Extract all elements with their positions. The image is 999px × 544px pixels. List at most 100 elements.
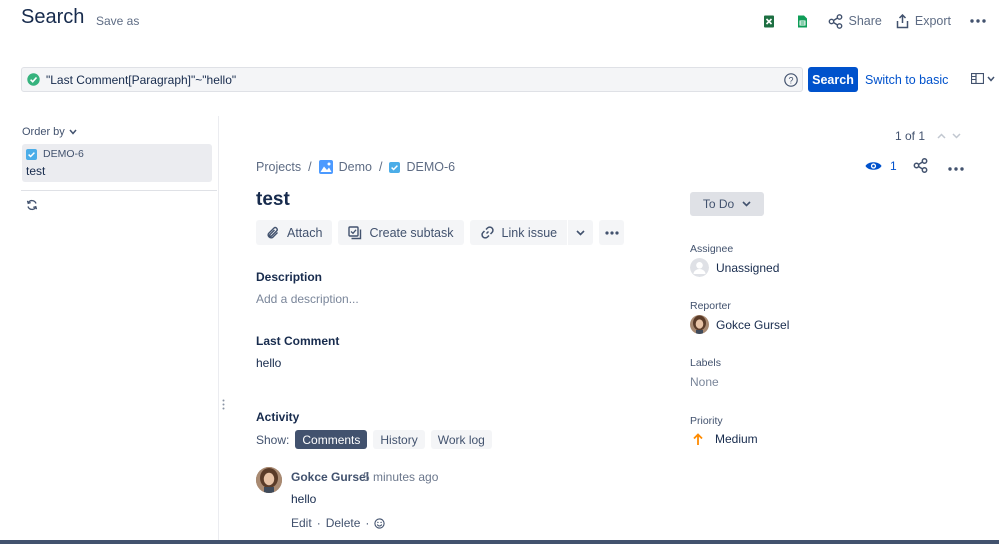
priority-label: Priority bbox=[690, 415, 723, 427]
emoji-reaction-icon[interactable] bbox=[374, 517, 386, 529]
divider bbox=[21, 190, 217, 191]
link-issue-group: Link issue bbox=[469, 220, 594, 245]
more-icon[interactable] bbox=[948, 166, 964, 171]
last-comment-heading: Last Comment bbox=[256, 334, 340, 348]
last-comment-value[interactable]: hello bbox=[256, 356, 281, 370]
comment-actions: Edit · Delete · bbox=[291, 516, 386, 530]
top-actions: Share Export bbox=[746, 10, 990, 32]
svg-text:?: ? bbox=[788, 75, 793, 85]
layout-toggle[interactable] bbox=[971, 73, 995, 84]
comment-timestamp[interactable]: 5 minutes ago bbox=[363, 470, 438, 484]
list-item[interactable]: DEMO-6 test bbox=[22, 144, 212, 182]
pager: 1 of 1 bbox=[895, 129, 961, 143]
description-input[interactable]: Add a description... bbox=[256, 292, 359, 306]
breadcrumb: Projects / Demo / DEMO-6 bbox=[256, 160, 455, 174]
issue-header-actions bbox=[913, 158, 964, 173]
pager-text: 1 of 1 bbox=[895, 129, 926, 143]
export-label: Export bbox=[914, 14, 951, 28]
save-as-button[interactable]: Save as bbox=[96, 14, 139, 28]
link-issue-label: Link issue bbox=[501, 225, 558, 240]
assignee-label: Assignee bbox=[690, 243, 734, 255]
separator-dot: · bbox=[316, 516, 321, 530]
tab-work-log[interactable]: Work log bbox=[430, 430, 492, 449]
order-by-button[interactable]: Order by bbox=[22, 126, 77, 138]
separator-dot: · bbox=[365, 516, 370, 530]
excel-export-icon[interactable] bbox=[758, 10, 780, 32]
breadcrumb-projects[interactable]: Projects bbox=[256, 160, 301, 174]
attach-button[interactable]: Attach bbox=[256, 220, 333, 245]
create-subtask-button[interactable]: Create subtask bbox=[338, 220, 464, 245]
comment-author[interactable]: Gokce Gursel bbox=[291, 470, 369, 484]
priority-field[interactable]: Medium bbox=[692, 432, 758, 446]
assignee-value: Unassigned bbox=[716, 260, 780, 275]
link-issue-dropdown[interactable] bbox=[568, 220, 594, 245]
delete-comment-button[interactable]: Delete bbox=[326, 516, 361, 530]
refresh-icon[interactable] bbox=[26, 199, 38, 211]
link-icon bbox=[480, 226, 494, 239]
list-view-icon bbox=[971, 73, 984, 84]
breadcrumb-issue[interactable]: DEMO-6 bbox=[389, 160, 455, 174]
breadcrumb-issue-key: DEMO-6 bbox=[406, 160, 456, 174]
link-issue-button[interactable]: Link issue bbox=[469, 220, 568, 245]
breadcrumb-project-label: Demo bbox=[338, 160, 372, 174]
show-label: Show: bbox=[256, 432, 290, 447]
help-icon[interactable]: ? bbox=[784, 72, 798, 87]
reporter-label: Reporter bbox=[690, 300, 731, 312]
breadcrumb-project[interactable]: Demo bbox=[318, 160, 372, 174]
subtask-icon bbox=[348, 225, 362, 239]
switch-to-basic-link[interactable]: Switch to basic bbox=[865, 73, 948, 87]
edit-comment-button[interactable]: Edit bbox=[291, 516, 312, 530]
activity-heading: Activity bbox=[256, 410, 300, 424]
attach-label: Attach bbox=[287, 225, 323, 240]
chevron-down-icon bbox=[576, 229, 585, 236]
search-button[interactable]: Search bbox=[808, 67, 858, 92]
status-label: To Do bbox=[702, 197, 735, 211]
reporter-field[interactable]: Gokce Gursel bbox=[690, 315, 789, 334]
panel-divider bbox=[218, 116, 219, 544]
chevron-down-icon bbox=[742, 201, 751, 207]
share-label: Share bbox=[848, 14, 882, 28]
chevron-up-icon[interactable] bbox=[937, 133, 946, 139]
description-heading: Description bbox=[256, 270, 323, 284]
labels-value[interactable]: None bbox=[690, 375, 719, 389]
chevron-down-icon bbox=[987, 76, 995, 82]
share-icon bbox=[828, 13, 842, 29]
labels-label: Labels bbox=[690, 357, 721, 369]
assignee-field[interactable]: Unassigned bbox=[690, 258, 779, 277]
paperclip-icon bbox=[267, 226, 278, 238]
tab-history[interactable]: History bbox=[373, 430, 425, 449]
reporter-value: Gokce Gursel bbox=[716, 317, 790, 332]
activity-filter: Show: Comments History Work log bbox=[256, 430, 492, 449]
create-subtask-label: Create subtask bbox=[369, 225, 454, 240]
task-type-icon bbox=[389, 161, 401, 173]
breadcrumb-separator: / bbox=[308, 160, 312, 174]
issue-key: DEMO-6 bbox=[43, 148, 84, 160]
jql-search-input[interactable]: "Last Comment[Paragraph]"~"hello" ? bbox=[21, 67, 803, 92]
priority-value: Medium bbox=[715, 432, 758, 446]
tab-comments[interactable]: Comments bbox=[295, 430, 368, 449]
more-options-button[interactable] bbox=[599, 220, 625, 245]
unassigned-avatar-icon bbox=[690, 258, 709, 277]
issue-summary: test bbox=[26, 164, 46, 178]
share-button[interactable]: Share bbox=[828, 13, 882, 29]
avatar bbox=[690, 315, 709, 334]
breadcrumb-separator: / bbox=[378, 160, 383, 174]
share-icon[interactable] bbox=[913, 158, 928, 173]
avatar[interactable] bbox=[256, 467, 282, 493]
project-avatar-icon bbox=[318, 160, 333, 174]
chevron-down-icon[interactable] bbox=[952, 133, 961, 139]
valid-query-check-icon bbox=[27, 73, 40, 86]
watch-button[interactable]: 1 bbox=[865, 159, 897, 173]
chevron-down-icon bbox=[69, 129, 77, 135]
export-button[interactable]: Export bbox=[896, 13, 951, 29]
bottom-edge bbox=[0, 540, 999, 544]
more-actions-icon[interactable] bbox=[967, 10, 989, 32]
issue-title[interactable]: test bbox=[256, 189, 290, 211]
status-dropdown[interactable]: To Do bbox=[690, 192, 764, 216]
watch-count: 1 bbox=[890, 159, 897, 173]
resize-handle[interactable] bbox=[222, 399, 225, 410]
sheets-export-icon[interactable] bbox=[792, 10, 814, 32]
task-type-icon bbox=[26, 148, 37, 160]
eye-icon bbox=[865, 162, 882, 170]
page-title: Search bbox=[21, 6, 85, 28]
